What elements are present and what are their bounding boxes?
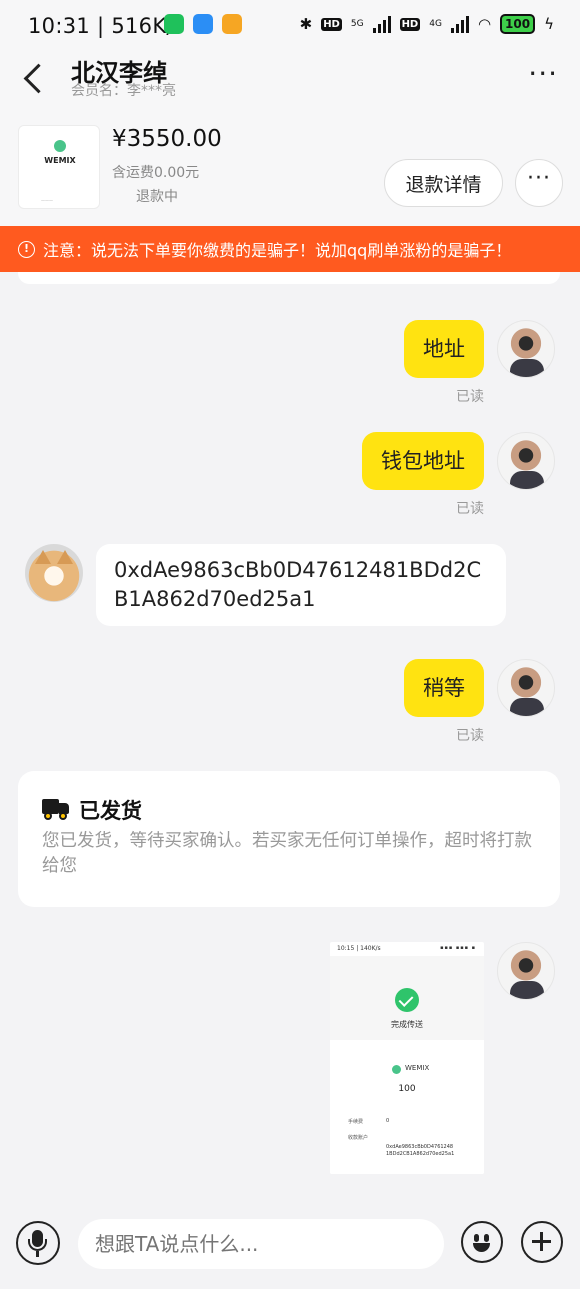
buyer-avatar[interactable]	[25, 544, 83, 602]
emoji-icon[interactable]	[461, 1221, 503, 1263]
my-avatar[interactable]	[497, 942, 555, 1000]
more-icon[interactable]: ···	[528, 60, 558, 88]
clock: 10:31	[28, 14, 91, 38]
chat-header: 北汉李绰 会员名：李***亮 ···	[0, 54, 580, 114]
refund-details-button[interactable]: 退款详情	[384, 159, 503, 207]
shot-account-value: 0xdAe9863cBb0D47612481BDd2CB1A862d70ed25…	[386, 1144, 455, 1157]
shot-account-label: 收款账户	[348, 1135, 369, 1141]
plus-icon[interactable]	[521, 1221, 563, 1263]
order-price: ¥3550.00	[112, 126, 222, 152]
shot-transfer-card: WEMIX 100 手续费 0 收款账户 0xdAe9863cBb0D47612…	[330, 1040, 484, 1174]
hd-icon-2: HD	[399, 17, 421, 31]
charging-icon: ϟ	[544, 15, 554, 33]
chat-messages[interactable]: 地址 已读 钱包地址 已读 0xdAe9863cBb0D47612481BDd2…	[0, 272, 580, 1207]
notes-icon	[221, 14, 242, 34]
wechat-icon	[163, 14, 184, 34]
member-name: 会员名：李***亮	[71, 83, 176, 99]
shot-success-area: 完成传送	[330, 956, 484, 1040]
shot-done-text: 完成传送	[391, 1020, 423, 1029]
status-time: 10:31 | 516K/s	[28, 14, 186, 38]
shipping-fee: 含运费0.00元	[112, 165, 200, 181]
product-image[interactable]: WEMIX ———	[18, 125, 100, 209]
mic-icon[interactable]	[16, 1221, 60, 1265]
message-bubble-received[interactable]: 0xdAe9863cBb0D47612481BDd2CB1A862d70ed25…	[96, 544, 506, 626]
signal-icon-2	[450, 15, 469, 33]
bluetooth-icon: ✱	[299, 15, 313, 33]
shot-status-time: 10:15 | 140K/s	[337, 945, 381, 952]
status-icons: ✱ HD 5G HD 4G ◠ 100 ϟ	[163, 14, 554, 34]
wemix-logo-icon	[54, 140, 66, 152]
shot-brand: WEMIX	[405, 1064, 430, 1072]
battery-icon: 100	[500, 14, 536, 34]
hd-icon: HD	[321, 17, 342, 31]
previous-card-edge	[18, 272, 560, 284]
screenshot-image-message[interactable]: 10:15 | 140K/s ▪▪▪ ▪▪▪ ▪ 完成传送 WEMIX 100 …	[330, 942, 484, 1174]
notice-title: 已发货	[79, 799, 142, 823]
read-receipt: 已读	[456, 501, 484, 517]
net-5g-label: 5G	[350, 19, 364, 29]
wifi-icon: ◠	[477, 15, 492, 33]
message-input[interactable]	[78, 1219, 444, 1269]
signal-icon	[372, 15, 391, 33]
my-avatar[interactable]	[497, 320, 555, 378]
truck-icon	[42, 798, 70, 820]
shot-status-icons: ▪▪▪ ▪▪▪ ▪	[440, 945, 476, 951]
shot-amount: 100	[398, 1084, 416, 1094]
status-bar: 10:31 | 516K/s ✱ HD 5G HD 4G ◠ 100 ϟ	[0, 0, 580, 54]
my-avatar[interactable]	[497, 432, 555, 490]
notice-text: 您已发货，等待买家确认。若买家无任何订单操作，超时将打款给您	[42, 831, 532, 876]
refund-status: 退款中	[136, 189, 178, 205]
shot-fee-value: 0	[386, 1118, 390, 1124]
input-bar	[0, 1207, 580, 1289]
shipped-notice-card: 已发货 您已发货，等待买家确认。若买家无任何订单操作，超时将打款给您	[18, 771, 560, 907]
check-icon	[395, 988, 419, 1012]
read-receipt: 已读	[456, 389, 484, 405]
order-more-icon[interactable]: ···	[515, 159, 563, 207]
net-4g-label: 4G	[429, 19, 442, 29]
order-card[interactable]: WEMIX ——— ¥3550.00 含运费0.00元 退款中 退款详情 ···	[0, 114, 580, 226]
warning-icon: !	[18, 240, 35, 258]
product-image-detail: ———	[41, 198, 53, 203]
back-icon[interactable]	[22, 60, 46, 96]
warning-text: 注意：说无法下单要你缴费的是骗子！说加qq刷单涨粉的是骗子！	[43, 241, 512, 260]
shot-wemix-logo-icon	[392, 1065, 401, 1074]
shot-fee-label: 手续费	[348, 1119, 364, 1125]
product-brand: WEMIX	[44, 156, 76, 165]
message-bubble-sent[interactable]: 地址	[404, 320, 484, 378]
message-bubble-sent[interactable]: 稍等	[404, 659, 484, 717]
app-icon	[192, 14, 213, 34]
message-bubble-sent[interactable]: 钱包地址	[362, 432, 484, 490]
warning-banner: ! 注意：说无法下单要你缴费的是骗子！说加qq刷单涨粉的是骗子！	[0, 226, 580, 272]
my-avatar[interactable]	[497, 659, 555, 717]
read-receipt: 已读	[456, 728, 484, 744]
